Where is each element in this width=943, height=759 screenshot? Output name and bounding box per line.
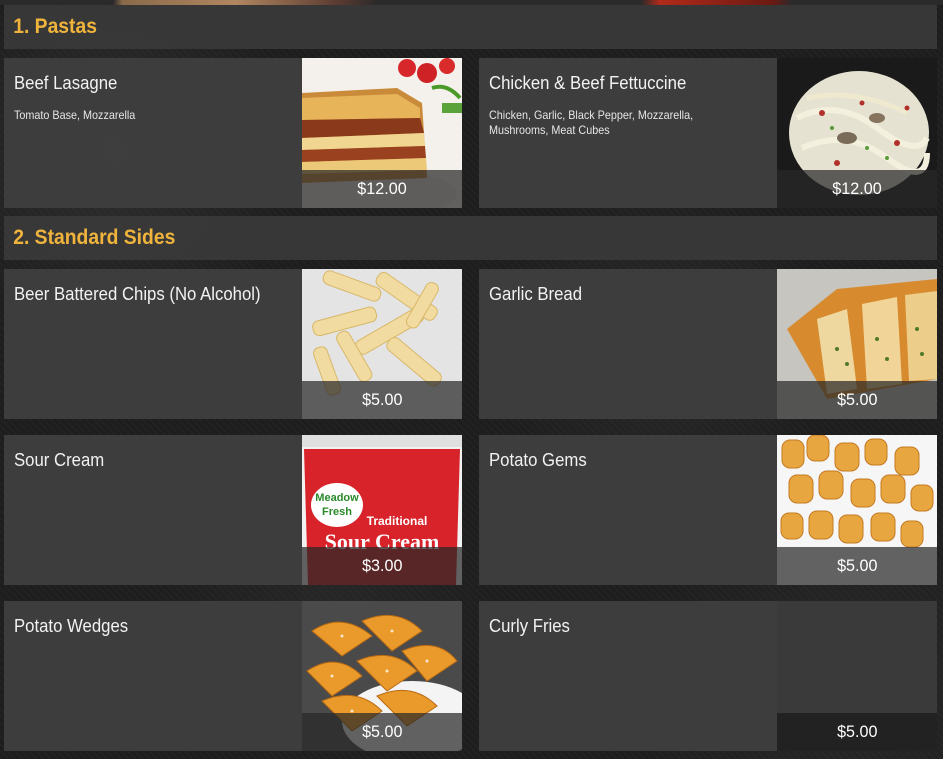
item-price: $5.00 [836,390,878,409]
section-title: 1. Pastas [13,15,97,38]
price-bar: $3.00 [302,547,462,585]
item-name: Curly Fries [489,616,570,636]
price-bar: $5.00 [302,381,462,419]
item-price: $5.00 [836,722,878,741]
menu-item-beef-lasagne[interactable]: Beef Lasagne Tomato Base, Mozzarella $12… [4,58,462,208]
item-name: Potato Gems [489,450,587,470]
tub-product-text: Traditional [367,514,428,528]
item-price: $5.00 [361,722,403,741]
tub-brand-text-2: Fresh [322,506,352,518]
price-bar: $5.00 [777,713,937,751]
price-bar: $5.00 [777,381,937,419]
price-bar: $12.00 [302,170,462,208]
menu-item-sour-cream[interactable]: Sour Cream Meadow Fresh Traditional Sour… [4,435,462,585]
item-name: Beer Battered Chips (No Alcohol) [14,284,261,304]
curly-fries-image-placeholder: $5.00 [777,601,937,751]
item-name: Beef Lasagne [14,73,118,93]
item-price: $12.00 [832,179,882,198]
section-title: 2. Standard Sides [13,226,176,249]
item-price: $12.00 [357,179,407,198]
item-price: $3.00 [361,556,403,575]
sour-cream-tub-photo: Meadow Fresh Traditional Sour Cream $3.0… [302,435,462,585]
item-price: $5.00 [836,556,878,575]
garlic-bread-photo: $5.00 [777,269,937,419]
menu-item-chicken-beef-fettuccine[interactable]: Chicken & Beef Fettuccine Chicken, Garli… [479,58,937,208]
section-header-standard-sides: 2. Standard Sides [4,216,937,260]
lasagne-photo: $12.00 [302,58,462,208]
price-bar: $5.00 [302,713,462,751]
price-bar: $5.00 [777,547,937,585]
menu-item-beer-battered-chips[interactable]: Beer Battered Chips (No Alcohol) $5.00 [4,269,462,419]
menu-item-garlic-bread[interactable]: Garlic Bread $5.00 [479,269,937,419]
price-bar: $12.00 [777,170,937,208]
section-header-pastas: 1. Pastas [4,5,937,49]
tub-brand-text: Meadow [315,492,359,504]
item-description: Tomato Base, Mozzarella [14,108,136,122]
fettuccine-photo: $12.00 [777,58,937,208]
item-name: Potato Wedges [14,616,129,636]
item-name: Chicken & Beef Fettuccine [489,73,687,93]
item-name: Sour Cream [14,450,105,470]
item-description: Chicken, Garlic, Black Pepper, Mozzarell… [489,108,694,137]
menu-item-potato-wedges[interactable]: Potato Wedges $5.00 [4,601,462,751]
item-price: $5.00 [361,390,403,409]
item-name: Garlic Bread [489,284,583,304]
menu-item-potato-gems[interactable]: Potato Gems $5.00 [479,435,937,585]
potato-gems-photo: $5.00 [777,435,937,585]
potato-wedges-photo: $5.00 [302,601,462,751]
chips-photo: $5.00 [302,269,462,419]
menu-item-curly-fries[interactable]: Curly Fries $5.00 [479,601,937,751]
